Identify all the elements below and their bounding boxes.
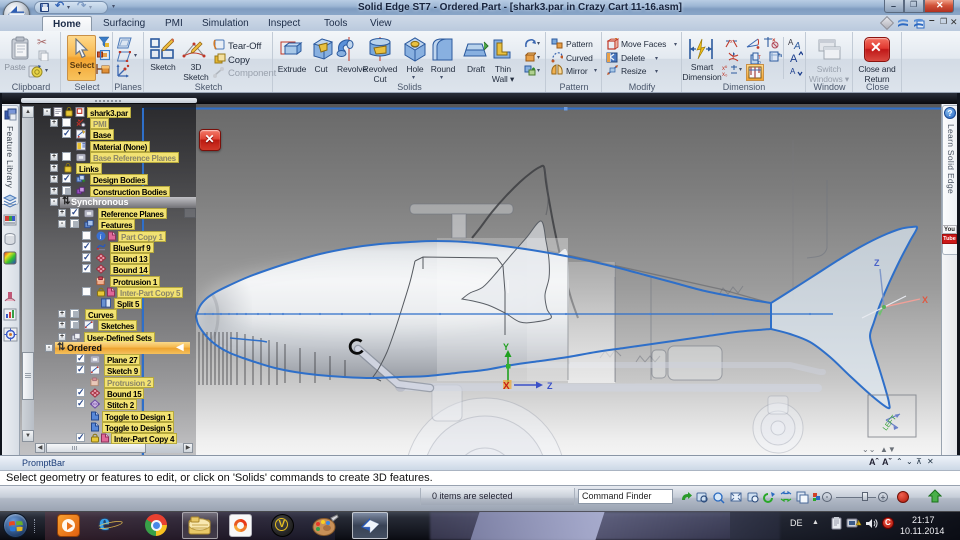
svg-text:A: A bbox=[790, 67, 796, 76]
svg-text:i: i bbox=[100, 233, 102, 241]
svg-text:Y: Y bbox=[503, 342, 509, 352]
svg-text:Z: Z bbox=[874, 258, 880, 268]
svg-text:Z: Z bbox=[547, 381, 553, 391]
svg-text:X: X bbox=[922, 295, 928, 305]
svg-text:▲▼: ▲▼ bbox=[880, 445, 896, 454]
svg-text:LEFT: LEFT bbox=[882, 414, 898, 432]
svg-text:x₀: x₀ bbox=[722, 72, 728, 77]
svg-text:x: x bbox=[730, 39, 733, 45]
svg-text:⌄⌄: ⌄⌄ bbox=[862, 445, 875, 454]
svg-text:A: A bbox=[790, 53, 798, 63]
svg-text:↹: ↹ bbox=[778, 52, 782, 59]
svg-text:X: X bbox=[503, 381, 510, 392]
svg-text:xº: xº bbox=[722, 65, 728, 72]
svg-text:A: A bbox=[793, 41, 801, 50]
